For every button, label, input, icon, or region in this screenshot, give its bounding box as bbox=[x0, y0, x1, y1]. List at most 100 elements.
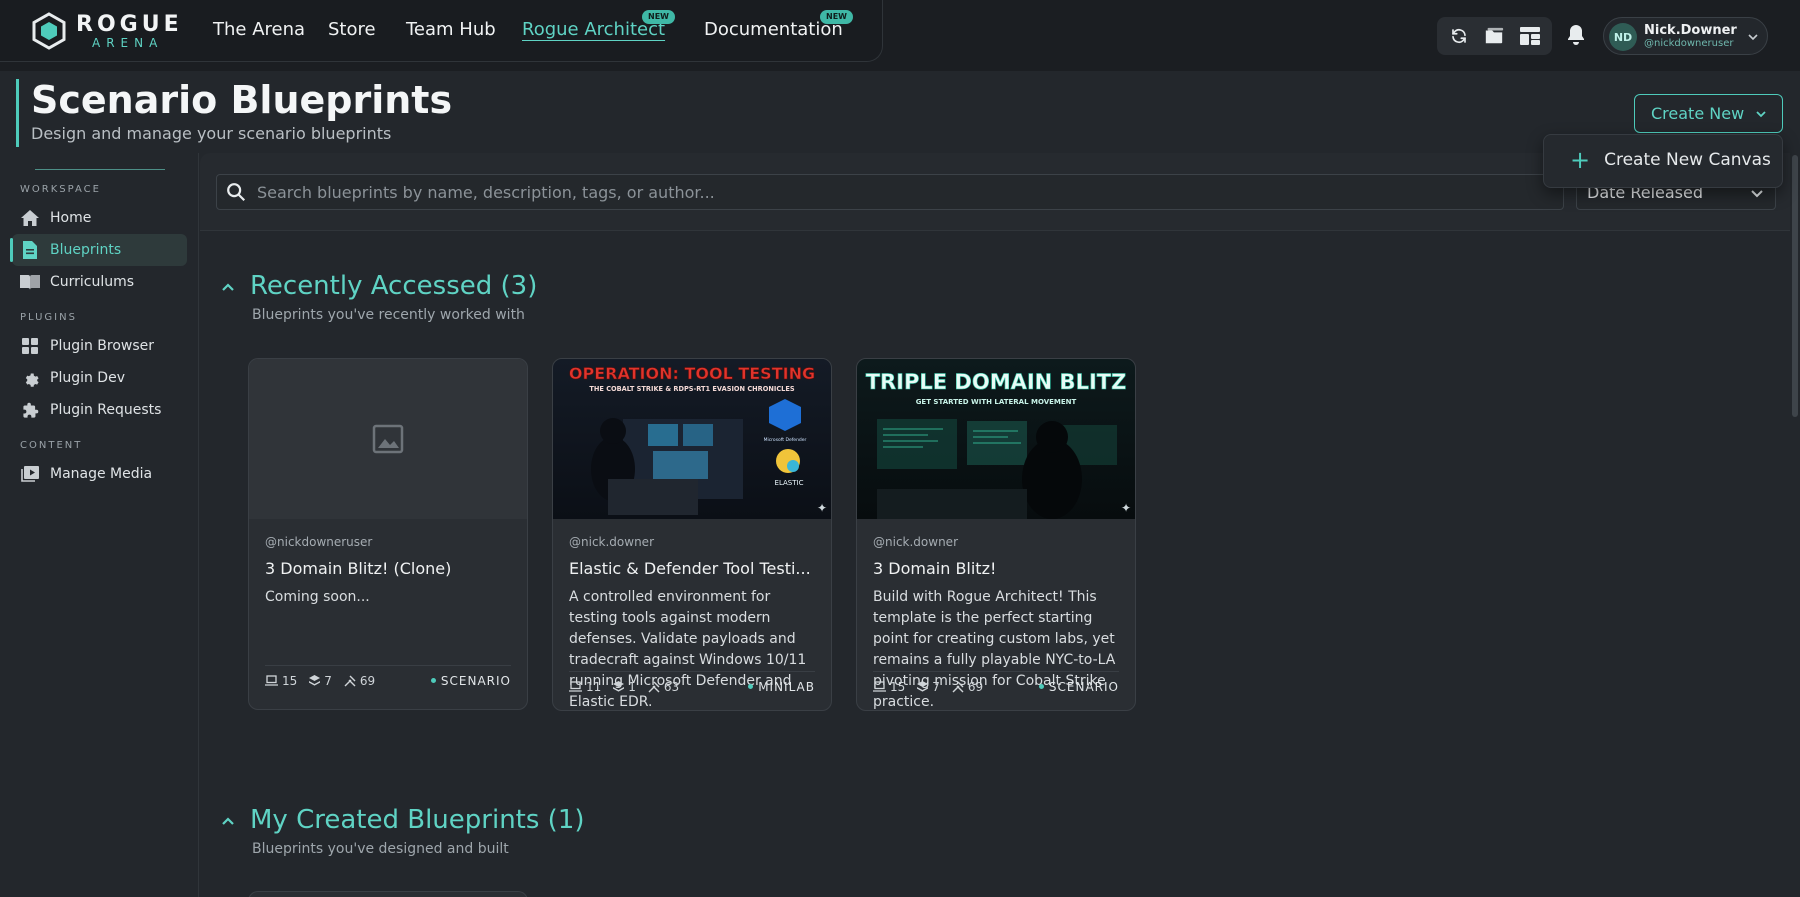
create-new-canvas-label: Create New Canvas bbox=[1604, 150, 1771, 170]
blueprint-card[interactable]: OPERATION: TOOL TESTING THE COBALT STRIK… bbox=[552, 358, 832, 711]
cover-subtitle: THE COBALT STRIKE & RDPS-RT1 EVASION CHR… bbox=[589, 385, 794, 393]
user-menu[interactable]: ND Nick.Downer @nickdowneruser bbox=[1603, 17, 1768, 55]
laptop-icon bbox=[873, 681, 886, 692]
home-icon bbox=[20, 208, 40, 228]
recent-section-title: Recently Accessed (3) bbox=[250, 271, 538, 301]
card-title: 3 Domain Blitz! (Clone) bbox=[265, 559, 452, 578]
machines-stat: 15 bbox=[873, 680, 905, 694]
media-icon bbox=[20, 464, 40, 484]
type-label: SCENARIO bbox=[440, 673, 511, 688]
blueprint-card[interactable]: TRIPLE DOMAIN BLITZ GET STARTED WITH LAT… bbox=[856, 358, 1136, 711]
tools-count: 63 bbox=[663, 679, 680, 694]
card-author: @nick.downer bbox=[873, 535, 958, 549]
layers-count: 7 bbox=[324, 673, 332, 688]
sidebar-item-label: Manage Media bbox=[50, 466, 153, 482]
card-footer: 15 7 69 SCENARIO bbox=[265, 665, 511, 695]
machines-count: 15 bbox=[282, 673, 298, 688]
cover-subtitle: GET STARTED WITH LATERAL MOVEMENT bbox=[916, 398, 1077, 406]
tools-stat: 63 bbox=[648, 680, 679, 694]
card-cover-image: OPERATION: TOOL TESTING THE COBALT STRIK… bbox=[553, 359, 831, 519]
blueprint-card[interactable]: @nickdowneruser 3 Domain Blitz! (Clone) … bbox=[248, 358, 528, 710]
type-label: MINILAB bbox=[758, 679, 815, 694]
new-badge: NEW bbox=[820, 10, 853, 24]
tools-icon bbox=[648, 681, 660, 692]
user-name: Nick.Downer bbox=[1644, 23, 1737, 38]
layers-count: 7 bbox=[932, 679, 940, 694]
gear-icon bbox=[20, 368, 40, 388]
layers-icon bbox=[613, 681, 625, 692]
type-label: SCENARIO bbox=[1048, 679, 1119, 694]
layout-icon[interactable] bbox=[1518, 24, 1542, 48]
card-author: @nickdowneruser bbox=[265, 535, 373, 549]
grid-icon bbox=[20, 336, 40, 356]
section-label-workspace: WORKSPACE bbox=[20, 184, 101, 195]
card-description: Coming soon... bbox=[265, 589, 370, 605]
sidebar-item-curriculums[interactable]: Curriculums bbox=[12, 266, 187, 298]
card-footer: 15 7 69 SCENARIO bbox=[873, 671, 1119, 701]
layers-icon bbox=[309, 675, 321, 686]
sidebar-item-label: Plugin Browser bbox=[50, 338, 155, 354]
search-box bbox=[216, 174, 1564, 210]
sidebar-item-manage-media[interactable]: Manage Media bbox=[12, 458, 187, 490]
create-new-menu: + Create New Canvas bbox=[1543, 134, 1783, 188]
layers-count: 1 bbox=[628, 679, 636, 694]
nav-the-arena[interactable]: The Arena bbox=[213, 18, 305, 42]
sidebar-item-label: Plugin Dev bbox=[50, 370, 125, 386]
sync-icon[interactable] bbox=[1447, 24, 1471, 48]
header-accent bbox=[16, 79, 19, 147]
puzzle-icon bbox=[20, 400, 40, 420]
folder-icon[interactable] bbox=[1482, 24, 1506, 48]
card-cover-image: TRIPLE DOMAIN BLITZ GET STARTED WITH LAT… bbox=[857, 359, 1135, 519]
brand-logo[interactable]: ROGUE ARENA bbox=[30, 12, 186, 50]
chevron-up-icon bbox=[222, 283, 234, 291]
tools-count: 69 bbox=[967, 679, 984, 694]
page-header: Scenario Blueprints Design and manage yo… bbox=[0, 71, 1800, 153]
recent-section-header[interactable]: Recently Accessed (3) Blueprints you've … bbox=[220, 270, 820, 323]
cover-title: TRIPLE DOMAIN BLITZ bbox=[866, 370, 1127, 394]
nav-store[interactable]: Store bbox=[328, 18, 376, 42]
user-handle: @nickdowneruser bbox=[1644, 38, 1734, 49]
plus-icon: + bbox=[1570, 146, 1591, 174]
create-new-canvas-item[interactable]: + Create New Canvas bbox=[1570, 146, 1771, 174]
layers-icon bbox=[917, 681, 929, 692]
type-tag: MINILAB bbox=[748, 680, 815, 694]
create-new-label: Create New bbox=[1651, 104, 1745, 123]
sidebar-divider bbox=[35, 169, 165, 170]
created-section-header[interactable]: My Created Blueprints (1) Blueprints you… bbox=[220, 804, 820, 857]
machines-stat: 11 bbox=[569, 680, 601, 694]
cover-title: OPERATION: TOOL TESTING bbox=[569, 364, 815, 383]
top-navigation: ROGUE ARENA The Arena Store Team Hub Rog… bbox=[0, 0, 1800, 71]
sidebar-item-plugin-requests[interactable]: Plugin Requests bbox=[12, 394, 187, 426]
machines-stat: 15 bbox=[265, 674, 297, 688]
sidebar: WORKSPACE Home Blueprints Curriculums PL… bbox=[0, 153, 199, 897]
bell-icon[interactable] bbox=[1566, 24, 1588, 48]
scrollbar-thumb[interactable] bbox=[1792, 155, 1798, 417]
sidebar-item-blueprints[interactable]: Blueprints bbox=[10, 234, 187, 266]
tools-icon bbox=[344, 675, 356, 686]
cover-badge-defender: Microsoft Defender bbox=[764, 437, 807, 443]
new-badge: NEW bbox=[642, 10, 675, 24]
chevron-down-icon bbox=[1756, 111, 1766, 118]
document-icon bbox=[20, 240, 40, 260]
search-input[interactable] bbox=[257, 182, 1537, 202]
scrollbar[interactable] bbox=[1790, 153, 1800, 897]
sidebar-item-plugin-browser[interactable]: Plugin Browser bbox=[12, 330, 187, 362]
card-title: Elastic & Defender Tool Testi... bbox=[569, 559, 811, 578]
section-label-content: CONTENT bbox=[20, 440, 83, 451]
sidebar-item-plugin-dev[interactable]: Plugin Dev bbox=[12, 362, 187, 394]
sidebar-item-label: Curriculums bbox=[50, 274, 135, 290]
tools-stat: 69 bbox=[344, 674, 375, 688]
sidebar-item-label: Home bbox=[50, 210, 92, 226]
sidebar-item-home[interactable]: Home bbox=[12, 202, 187, 234]
card-footer: 11 1 63 MINILAB bbox=[569, 671, 815, 701]
chevron-down-icon bbox=[1748, 34, 1758, 41]
tools-count: 69 bbox=[359, 673, 376, 688]
search-icon bbox=[227, 183, 246, 202]
blueprint-card[interactable] bbox=[248, 891, 528, 897]
type-tag: SCENARIO bbox=[430, 673, 511, 688]
nav-team-hub[interactable]: Team Hub bbox=[406, 18, 496, 42]
create-new-button[interactable]: Create New bbox=[1634, 94, 1783, 133]
type-tag: SCENARIO bbox=[1038, 679, 1119, 694]
machines-count: 11 bbox=[586, 679, 602, 694]
layers-stat: 7 bbox=[917, 680, 940, 694]
